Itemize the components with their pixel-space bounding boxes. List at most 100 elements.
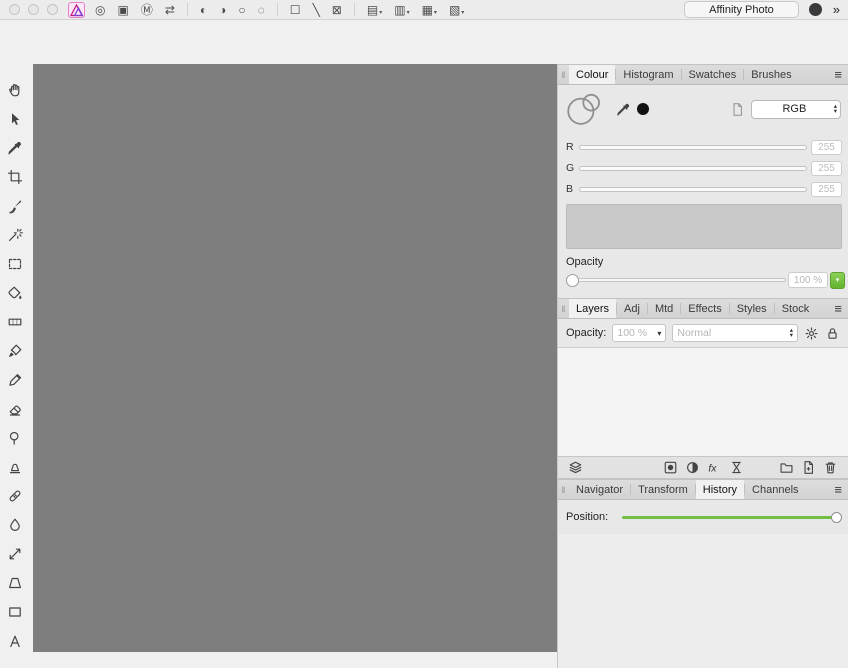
- green-slider-row: G 255: [566, 160, 842, 176]
- panel-drag-grip[interactable]: ‖: [558, 480, 569, 499]
- group-layers-icon[interactable]: [779, 460, 794, 475]
- toolbar-separator: [186, 3, 188, 16]
- tab-swatches[interactable]: Swatches: [682, 65, 744, 84]
- shape-tool[interactable]: [7, 604, 23, 620]
- clone-stamp-tool[interactable]: [7, 459, 23, 475]
- tab-adj[interactable]: Adj: [617, 299, 647, 318]
- panel-menu-icon[interactable]: ≡: [828, 65, 848, 84]
- opacity-slider-track[interactable]: [577, 278, 786, 282]
- blur-tool[interactable]: [7, 517, 23, 533]
- workspace-2-icon[interactable]: ▥ ▾: [394, 3, 409, 17]
- layer-effects-icon[interactable]: fx: [707, 460, 722, 475]
- tab-layers[interactable]: Layers: [569, 299, 617, 318]
- toolbar-overflow-chevron[interactable]: »: [832, 2, 843, 17]
- layers-stack-icon[interactable]: [568, 460, 583, 475]
- snapping-icon[interactable]: ╲: [313, 3, 320, 17]
- panel-menu-icon[interactable]: ≡: [828, 299, 848, 318]
- selection-brush-tool[interactable]: [7, 198, 23, 214]
- zoom-button[interactable]: [47, 4, 58, 15]
- live-filter-icon[interactable]: [729, 460, 744, 475]
- tab-transform[interactable]: Transform: [631, 480, 695, 499]
- gradient-tool[interactable]: [7, 314, 23, 330]
- window-title-tab[interactable]: Affinity Photo: [684, 1, 799, 18]
- opacity-slider-knob[interactable]: [566, 273, 579, 287]
- eraser-tool[interactable]: [7, 401, 23, 417]
- auto-colour-icon[interactable]: ○: [238, 3, 245, 17]
- opacity-dropdown-button[interactable]: ▾: [830, 271, 845, 289]
- blend-mode-select[interactable]: Normal ▴ ▾: [672, 324, 798, 342]
- adjustment-layer-icon[interactable]: [685, 460, 700, 475]
- document-canvas[interactable]: [33, 64, 557, 652]
- colour-page-icon[interactable]: [730, 102, 745, 117]
- tab-stock[interactable]: Stock: [775, 299, 817, 318]
- panel-drag-grip[interactable]: ‖: [558, 65, 569, 84]
- stepper-arrows-icon: ▴ ▾: [833, 103, 837, 115]
- auto-levels-icon[interactable]: ◐: [200, 3, 207, 17]
- history-list-empty: [558, 534, 848, 668]
- marquee-tool[interactable]: [7, 256, 23, 272]
- view-tool[interactable]: [7, 82, 23, 98]
- delete-layer-icon[interactable]: [823, 460, 838, 475]
- mask-layer-icon[interactable]: [663, 460, 678, 475]
- crop-tool[interactable]: [7, 169, 23, 185]
- text-tool[interactable]: [7, 633, 23, 649]
- tab-styles[interactable]: Styles: [730, 299, 774, 318]
- pixel-tool[interactable]: [7, 372, 23, 388]
- new-layer-icon[interactable]: [801, 460, 816, 475]
- red-value-field[interactable]: 255: [811, 139, 842, 155]
- eyedropper-icon[interactable]: [616, 102, 631, 117]
- history-position-slider[interactable]: [622, 511, 842, 523]
- tab-navigator[interactable]: Navigator: [569, 480, 630, 499]
- red-slider-track[interactable]: [579, 144, 807, 150]
- status-dot-icon[interactable]: [808, 3, 822, 16]
- tab-channels[interactable]: Channels: [745, 480, 805, 499]
- auto-contrast-icon[interactable]: ◑: [219, 3, 226, 17]
- colour-mode-select[interactable]: RGB ▴ ▾: [751, 99, 841, 119]
- layers-list[interactable]: [558, 348, 848, 457]
- paint-brush-tool[interactable]: [7, 343, 23, 359]
- dodge-tool[interactable]: [7, 430, 23, 446]
- green-value-field[interactable]: 255: [811, 160, 842, 176]
- workspace-1-icon[interactable]: ▤ ▾: [367, 3, 382, 17]
- colour-opacity-label: Opacity: [566, 256, 604, 268]
- macro-icon[interactable]: Ⓜ: [141, 3, 153, 17]
- current-colour-swatch[interactable]: [637, 103, 649, 115]
- lock-icon[interactable]: [825, 326, 840, 341]
- tab-mtd[interactable]: Mtd: [648, 299, 680, 318]
- blue-slider-track[interactable]: [579, 186, 807, 192]
- tab-brushes[interactable]: Brushes: [744, 65, 798, 84]
- colour-wheels-icon[interactable]: [566, 91, 602, 127]
- selection-box-icon[interactable]: ☐: [290, 3, 301, 17]
- tools-sidebar: [0, 82, 30, 649]
- target-icon[interactable]: ◎: [95, 3, 105, 17]
- blue-value-field[interactable]: 255: [811, 181, 842, 197]
- swap-arrows-icon[interactable]: ⇄: [165, 3, 175, 17]
- toolbar: ◎ ▣ Ⓜ ⇄ ◐ ◑ ○ ◌ ☐ ╲ ⊠ ▤ ▾ ▥ ▾ ▦ ▾ ▧ ▾ Affinity Photo »: [0, 0, 848, 20]
- layer-opacity-select[interactable]: 100 % ▾: [612, 324, 667, 342]
- tab-history[interactable]: History: [695, 480, 745, 499]
- panel-menu-icon[interactable]: ≡: [828, 480, 848, 499]
- green-slider-track[interactable]: [579, 165, 807, 171]
- healing-brush-tool[interactable]: [7, 488, 23, 504]
- green-slider-label: G: [566, 162, 575, 174]
- gear-icon[interactable]: [804, 326, 819, 341]
- flood-select-tool[interactable]: [7, 227, 23, 243]
- opacity-value-field[interactable]: 100 %: [788, 272, 828, 288]
- clip-canvas-icon[interactable]: ⊠: [332, 3, 342, 17]
- colour-picker-tool[interactable]: [7, 140, 23, 156]
- minimize-button[interactable]: [28, 4, 39, 15]
- mesh-warp-tool[interactable]: [7, 546, 23, 562]
- workspace-4-icon[interactable]: ▧ ▾: [449, 3, 464, 17]
- tab-colour[interactable]: Colour: [569, 65, 616, 84]
- assets-icon[interactable]: ▣: [117, 3, 128, 17]
- panel-drag-grip[interactable]: ‖: [558, 299, 569, 318]
- move-tool[interactable]: [7, 111, 23, 127]
- flood-fill-tool[interactable]: [7, 285, 23, 301]
- tab-effects[interactable]: Effects: [681, 299, 728, 318]
- workspace-3-icon[interactable]: ▦ ▾: [422, 3, 437, 17]
- tab-histogram[interactable]: Histogram: [616, 65, 680, 84]
- history-position-knob[interactable]: [831, 511, 842, 523]
- close-button[interactable]: [9, 4, 20, 15]
- perspective-tool[interactable]: [7, 575, 23, 591]
- auto-white-balance-icon[interactable]: ◌: [258, 3, 265, 17]
